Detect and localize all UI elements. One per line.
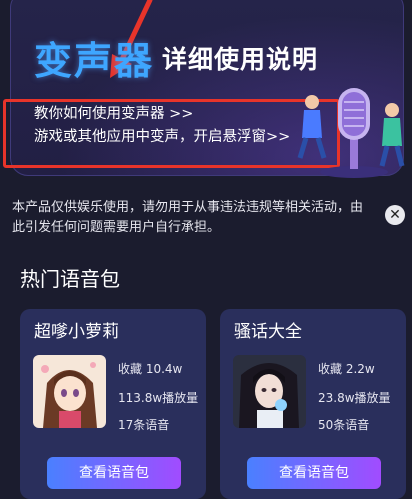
view-voice-pack-button[interactable]: 查看语音包: [47, 457, 181, 489]
voice-pack-thumbnail: [233, 355, 306, 428]
disclaimer-text: 本产品仅供娱乐使用，请勿用于从事违法违规等相关活动，由此引发任何问题需要用户自行…: [12, 200, 364, 235]
voice-count: 50条语音: [318, 418, 370, 432]
how-to-use-link[interactable]: 教你如何使用变声器 >>: [34, 102, 193, 123]
voice-pack-card[interactable]: 骚话大全 收藏 2.2w 23.8w播放量 50条语音 查看语音包: [220, 309, 406, 499]
hot-voice-packs-heading: 热门语音包: [20, 267, 120, 291]
voice-pack-card[interactable]: 超嗲小萝莉 收藏 10.4w 113.8w播放量 17条语音 查看语音包: [20, 309, 206, 499]
brand-logo-text: 变声器: [34, 39, 155, 83]
floating-window-link[interactable]: 游戏或其他应用中变声，开启悬浮窗>>: [34, 125, 290, 146]
play-count: 23.8w播放量: [318, 391, 391, 405]
voice-pack-thumbnail: [33, 355, 106, 428]
favorites-count: 收藏 2.2w: [318, 362, 375, 376]
favorites-count: 收藏 10.4w: [118, 362, 183, 376]
voice-count: 17条语音: [118, 418, 170, 432]
close-disclaimer-button[interactable]: ✕: [385, 205, 405, 225]
banner-title: 详细使用说明: [162, 45, 319, 74]
voice-pack-name: 超嗲小萝莉: [34, 322, 119, 342]
play-count: 113.8w播放量: [118, 391, 199, 405]
voice-pack-name: 骚话大全: [234, 322, 302, 342]
view-voice-pack-button[interactable]: 查看语音包: [247, 457, 381, 489]
microphone-illustration: [297, 88, 405, 178]
